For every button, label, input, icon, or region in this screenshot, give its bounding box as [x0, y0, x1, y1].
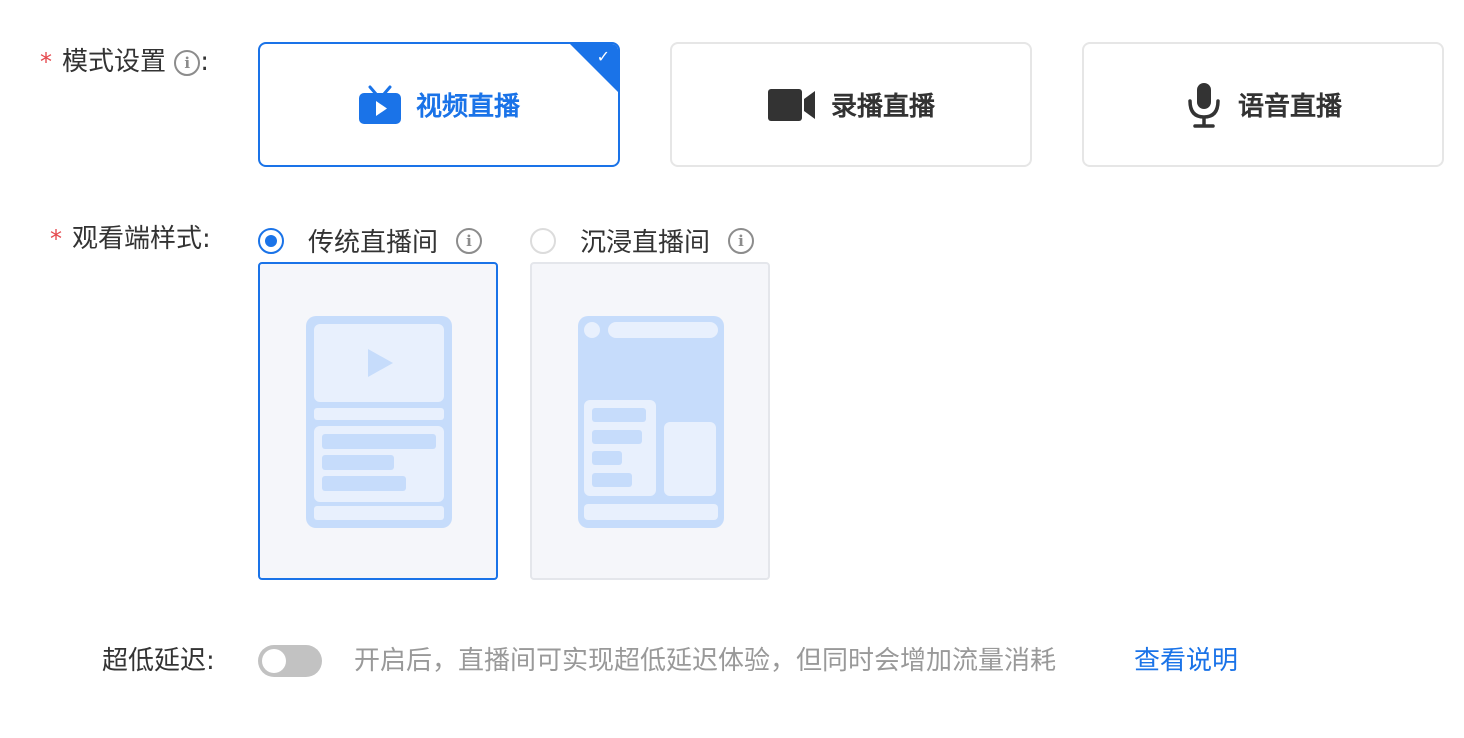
video-camera-icon: [767, 88, 815, 121]
radio-label[interactable]: 传统直播间: [308, 222, 438, 259]
mode-setting-label-text: 模式设置: [62, 47, 167, 77]
radio-traditional-room[interactable]: 传统直播间 i: [258, 222, 483, 259]
tv-play-icon: [358, 85, 401, 124]
low-latency-label: 超低延迟:: [102, 643, 215, 679]
required-mark: *: [40, 48, 52, 76]
mode-option-video-live[interactable]: 视频直播 ✓: [258, 42, 620, 167]
toggle-knob: [262, 649, 286, 673]
traditional-room-illustration: [306, 316, 452, 528]
mode-option-label: 录播直播: [830, 92, 935, 122]
info-icon[interactable]: i: [174, 49, 201, 76]
info-icon[interactable]: i: [728, 227, 755, 254]
preview-immersive-room[interactable]: [530, 262, 770, 580]
radio-label[interactable]: 沉浸直播间: [580, 222, 710, 259]
label-colon: :: [202, 224, 211, 254]
preview-traditional-room[interactable]: [258, 262, 498, 580]
mode-setting-label: * 模式设置 i:: [40, 44, 209, 80]
microphone-icon: [1188, 82, 1220, 128]
label-colon: :: [200, 47, 210, 77]
viewer-style-label: * 观看端样式:: [50, 221, 211, 257]
radio-immersive-room[interactable]: 沉浸直播间 i: [530, 222, 755, 259]
immersive-room-illustration: [578, 316, 724, 528]
mode-option-label: 视频直播: [415, 92, 520, 122]
mode-option-label: 语音直播: [1237, 92, 1342, 122]
mode-option-recorded-live[interactable]: 录播直播: [670, 42, 1032, 167]
mode-option-audio-live[interactable]: 语音直播: [1082, 42, 1444, 167]
label-colon: :: [206, 646, 215, 676]
view-explanation-link[interactable]: 查看说明: [1134, 643, 1238, 679]
radio-button-checked[interactable]: [258, 227, 284, 254]
info-icon[interactable]: i: [456, 227, 483, 254]
low-latency-label-text: 超低延迟: [102, 646, 207, 676]
selected-corner: [570, 44, 618, 92]
viewer-style-label-text: 观看端样式: [72, 224, 203, 254]
radio-button[interactable]: [530, 227, 556, 254]
check-icon: ✓: [596, 47, 610, 66]
low-latency-toggle[interactable]: [258, 645, 322, 677]
required-mark: *: [50, 225, 62, 253]
low-latency-hint: 开启后，直播间可实现超低延迟体验，但同时会增加流量消耗: [354, 646, 1057, 676]
